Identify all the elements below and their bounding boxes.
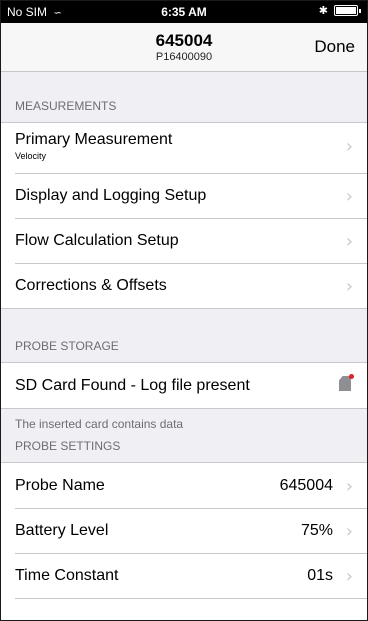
battery-level-label: Battery Level (15, 522, 109, 539)
battery-level-value: 75% (300, 522, 333, 539)
battery-icon (334, 5, 358, 16)
probe-name-value: 645004 (279, 477, 333, 494)
bluetooth-icon: ✱ (318, 4, 328, 17)
probe-storage-header-text: PROBE STORAGE (15, 339, 119, 353)
chevron-right-icon: › (345, 521, 353, 542)
status-bar: No SIM ∽ 6:35 AM ✱ (1, 1, 367, 23)
flow-calculation-row[interactable]: Flow Calculation Setup › (1, 218, 367, 263)
sd-card-row[interactable]: SD Card Found - Log file present (1, 363, 367, 408)
phone-screen: No SIM ∽ 6:35 AM ✱ 645004 P16400090 Done… (0, 0, 368, 621)
chevron-right-icon: › (345, 186, 353, 207)
measurements-group: Primary Measurement Velocity › Display a… (1, 122, 367, 309)
time-constant-row[interactable]: Time Constant 01s › (1, 553, 367, 598)
partial-row[interactable] (1, 598, 367, 620)
status-right: ✱ (319, 4, 361, 17)
sd-card-label: SD Card Found - Log file present (15, 377, 250, 394)
battery-level-row[interactable]: Battery Level 75% › (1, 508, 367, 553)
flow-calculation-label: Flow Calculation Setup (15, 232, 179, 249)
primary-measurement-sub: Velocity (15, 151, 47, 161)
probe-storage-group: SD Card Found - Log file present (1, 362, 367, 409)
chevron-right-icon: › (345, 276, 353, 297)
display-logging-label: Display and Logging Setup (15, 187, 207, 204)
display-logging-row[interactable]: Display and Logging Setup › (1, 173, 367, 218)
measurements-header-text: MEASUREMENTS (15, 99, 117, 113)
time-constant-label: Time Constant (15, 567, 119, 584)
nav-bar: 645004 P16400090 Done (1, 23, 367, 72)
chevron-right-icon: › (345, 231, 353, 252)
probe-storage-header: PROBE STORAGE (1, 328, 367, 362)
chevron-right-icon: › (345, 476, 353, 497)
status-time: 6:35 AM (161, 5, 207, 19)
measurements-header: MEASUREMENTS (1, 88, 367, 122)
nav-subtitle: P16400090 (155, 51, 213, 63)
probe-settings-header-text: PROBE SETTINGS (15, 439, 121, 453)
chevron-right-icon: › (345, 136, 353, 157)
primary-measurement-row[interactable]: Primary Measurement Velocity › (1, 123, 367, 173)
done-button[interactable]: Done (314, 37, 355, 57)
primary-measurement-label: Primary Measurement (15, 131, 173, 148)
time-constant-value: 01s (307, 567, 333, 584)
corrections-offsets-row[interactable]: Corrections & Offsets › (1, 263, 367, 308)
nav-title: 645004 (155, 31, 213, 50)
probe-settings-group: Probe Name 645004 › Battery Level 75% › … (1, 462, 367, 620)
probe-name-row[interactable]: Probe Name 645004 › (1, 463, 367, 508)
probe-settings-header: PROBE SETTINGS (1, 428, 367, 462)
corrections-offsets-label: Corrections & Offsets (15, 277, 167, 294)
chevron-right-icon: › (345, 566, 353, 587)
sd-status-dot (349, 374, 354, 379)
battery-tip (359, 8, 361, 13)
probe-name-label: Probe Name (15, 477, 105, 494)
